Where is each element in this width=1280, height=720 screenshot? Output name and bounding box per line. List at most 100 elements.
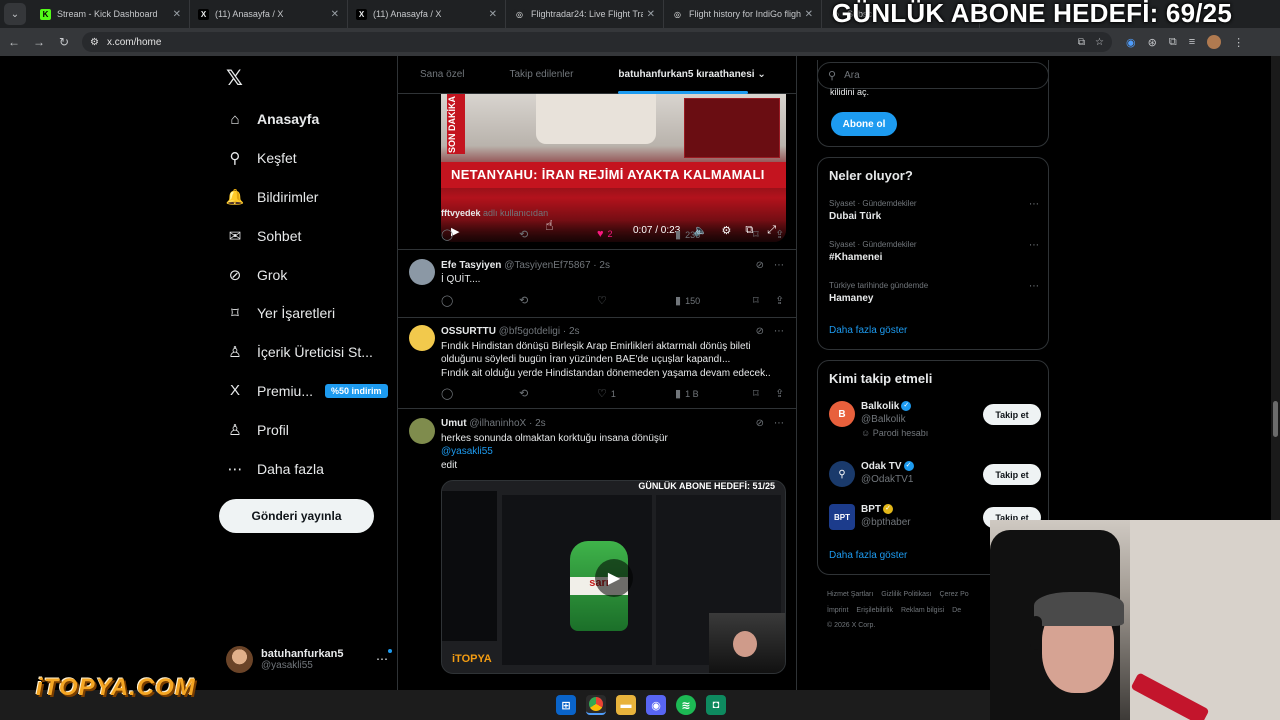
nav-item-grok[interactable]: ⊘ Grok [226,255,396,294]
bookmark-icon[interactable]: ⌑ [753,228,759,241]
nav-item-x-premium[interactable]: X Premiu... %50 indirim [226,372,396,411]
nav-item-bell[interactable]: 🔔 Bildirimler [226,178,396,217]
views-button[interactable]: ▮ 1 B [675,387,699,400]
trend-item[interactable]: Türkiye tarihinde gündemde Hamaney ⋯ [829,281,1039,304]
more-icon[interactable]: ⋯ [774,260,784,271]
share-icon[interactable]: ⇪ [775,228,784,241]
footer-link[interactable]: Çerez Po [939,591,968,598]
profile-avatar[interactable] [1207,35,1222,49]
tweet-author-handle[interactable]: @ilhaninhoX · 2s [469,418,545,429]
follow-suggestion[interactable]: B Balkolik ✓ @Balkolik ☺ Parodi hesabı Ta… [829,401,1041,441]
nav-item-mail[interactable]: ✉ Sohbet [226,216,396,255]
install-app-icon[interactable]: ⧉ [1078,37,1085,48]
mention-link[interactable]: @yasakli55 [441,445,786,458]
spotify-icon[interactable]: ≋ [676,695,696,715]
reload-button[interactable]: ↻ [53,35,75,49]
tweet-author-name[interactable]: Efe Tasyiyen [441,260,501,271]
post-button[interactable]: Gönderi yayınla [219,499,374,533]
tweet-author-name[interactable]: Umut [441,418,467,429]
x-logo-icon[interactable]: 𝕏 [226,66,246,90]
show-more-link[interactable]: Daha fazla göster [829,550,907,561]
bookmark-icon[interactable]: ⌑ [753,387,759,400]
footer-link[interactable]: Hizmet Şartları [827,591,873,598]
share-icon[interactable]: ⇪ [775,387,784,400]
grok-icon[interactable]: ⊘ [756,260,764,271]
close-icon[interactable]: ✕ [805,9,813,20]
browser-tab[interactable]: K Stream - Kick Dashboard ✕ [32,0,190,28]
scrollbar-thumb[interactable] [1273,401,1278,437]
tweet-author-handle[interactable]: @bf5gotdeligi · 2s [499,326,580,337]
extension-icon[interactable]: ◉ [1126,36,1136,49]
extensions-puzzle-icon[interactable]: ⧉ [1169,36,1177,49]
play-icon[interactable]: ▶ [595,559,633,597]
like-button[interactable]: ♥ 2 [597,228,613,240]
nav-item-home[interactable]: ⌂ Anasayfa [226,100,396,139]
video-player[interactable]: GÜNLÜK ABONE HEDEFİ: 51/25 sarı ▶ iTOPYA [441,480,786,674]
star-bookmark-icon[interactable]: ☆ [1095,37,1104,48]
repost-icon[interactable]: ⟲ [519,228,528,241]
close-icon[interactable]: ✕ [489,9,497,20]
grok-icon[interactable]: ⊘ [756,418,764,429]
footer-link[interactable]: Reklam bilgisi [901,607,944,614]
reply-icon[interactable]: ◯ [441,387,453,400]
close-icon[interactable]: ✕ [647,9,655,20]
share-icon[interactable]: ⇪ [775,294,784,307]
more-icon[interactable]: ⋯ [1029,240,1039,251]
tab-following[interactable]: Takip edilenler [509,69,573,80]
extension-2-icon[interactable]: ⊛ [1148,36,1157,49]
browser-menu-icon[interactable]: ⋮ [1233,36,1244,49]
browser-tab[interactable]: ◎ Flight history for IndiGo flight 6 ✕ [664,0,822,28]
nav-item-person[interactable]: ♙ Profil [226,410,396,449]
nav-item-search[interactable]: ⚲ Keşfet [226,139,396,178]
tab-for-you[interactable]: Sana özel [420,69,464,80]
browser-tab[interactable]: ◎ Flightradar24: Live Flight Tracker ✕ [506,0,664,28]
tab-community[interactable]: batuhanfurkan5 kıraathanesi ⌄ [618,69,766,94]
repost-icon[interactable]: ⟲ [519,387,528,400]
footer-link[interactable]: Gizlilik Politikası [881,591,931,598]
more-icon[interactable]: ⋯ [1029,199,1039,210]
avatar[interactable] [409,259,435,285]
reply-icon[interactable]: ◯ [441,294,453,307]
more-icon[interactable]: ⋯ [1029,281,1039,292]
app-icon[interactable]: ◘ [706,695,726,715]
video-player[interactable]: SON DAKİKA NETANYAHU: İRAN REJİMİ AYAKTA… [441,94,786,242]
back-button[interactable]: ← [3,35,25,49]
tweet-author-handle[interactable]: @TasyiyenEf75867 · 2s [504,260,610,271]
views-button[interactable]: ▮ 236 [675,228,700,241]
account-switcher[interactable]: batuhanfurkan5 @yasakli55 ⋯ [226,643,392,675]
chrome-icon[interactable] [586,695,606,715]
file-explorer-icon[interactable]: ▬ [616,695,636,715]
browser-tab[interactable]: X (11) Anasayfa / X ✕ [190,0,348,28]
footer-link[interactable]: İmprint [827,607,848,614]
footer-link[interactable]: De [952,607,961,614]
close-icon[interactable]: ✕ [173,9,181,20]
avatar[interactable] [409,418,435,444]
footer-link[interactable]: Erişilebilirlik [856,607,893,614]
reply-icon[interactable]: ◯ [441,228,453,241]
more-icon[interactable]: ⋯ [774,418,784,429]
close-icon[interactable]: ✕ [331,9,339,20]
show-more-link[interactable]: Daha fazla göster [829,325,907,336]
bookmark-icon[interactable]: ⌑ [753,294,759,307]
tweet-author-name[interactable]: OSSURTTU [441,326,496,337]
reading-list-icon[interactable]: ≡ [1189,36,1195,48]
trend-item[interactable]: Siyaset · Gündemdekiler #Khamenei ⋯ [829,240,1039,263]
nav-item-bookmark[interactable]: ⌑ Yer İşaretleri [226,294,396,333]
browser-tab[interactable]: X (11) Anasayfa / X ✕ [348,0,506,28]
views-button[interactable]: ▮ 150 [675,294,700,307]
discord-icon[interactable]: ◉ [646,695,666,715]
avatar[interactable] [409,325,435,351]
follow-button[interactable]: Takip et [983,404,1041,425]
nav-item-creator[interactable]: ♙ İçerik Üreticisi St... [226,333,396,372]
repost-icon[interactable]: ⟲ [519,294,528,307]
windows-start-icon[interactable]: ⊞ [556,695,576,715]
like-button[interactable]: ♡ 1 [597,387,616,400]
grok-icon[interactable]: ⊘ [756,326,764,337]
video-credit-user[interactable]: fftvyedek [441,208,481,218]
follow-suggestion[interactable]: ⚲ Odak TV ✓ @OdakTV1 Takip et [829,461,1041,501]
address-bar[interactable]: ⚙ x.com/home ⧉ ☆ [82,32,1112,52]
subscribe-button[interactable]: Abone ol [831,112,897,136]
nav-item-more-circle[interactable]: ⋯ Daha fazla [226,449,396,488]
site-info-icon[interactable]: ⚙ [90,37,99,48]
forward-button[interactable]: → [28,35,50,49]
